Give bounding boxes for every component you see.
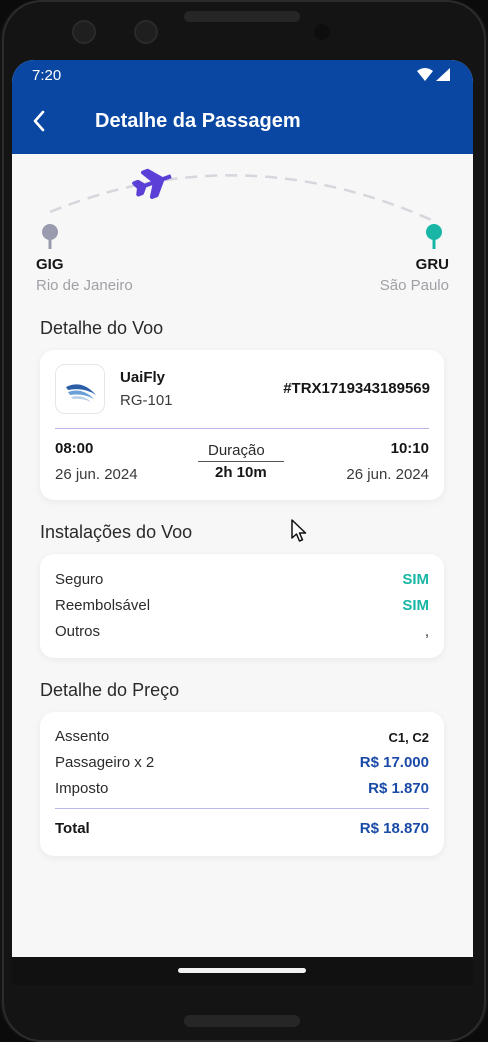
signal-icon: [436, 68, 450, 81]
price-divider: [55, 808, 429, 809]
wifi-icon: [417, 68, 433, 81]
flight-number: RG-101: [120, 392, 173, 409]
seat-value: C1, C2: [388, 730, 429, 745]
destination-pin-icon: [426, 224, 442, 249]
airplane-icon: [132, 168, 172, 199]
status-icons: [417, 68, 450, 81]
status-time: 7:20: [32, 67, 62, 84]
facilities-card: Seguro SIM Reembolsável SIM Outros ,: [40, 554, 444, 658]
price-card: Assento C1, C2 Passageiro x 2 R$ 17.000 …: [40, 712, 444, 856]
chevron-left-icon: [33, 110, 45, 132]
duration-divider: [198, 461, 284, 462]
airline-logo-icon: [66, 384, 96, 402]
app-screen: 7:20 Detalhe da Passagem GIG Rio de Jane…: [12, 60, 473, 985]
top-speaker: [184, 11, 300, 22]
facility-value-others: ,: [424, 623, 429, 640]
flight-card: UaiFly RG-101 #TRX1719343189569 08:00 26…: [40, 350, 444, 500]
route-dashed-path: [49, 174, 437, 224]
bottom-speaker: [184, 1015, 300, 1027]
origin-pin-icon: [42, 224, 58, 249]
mouse-cursor-icon: [291, 519, 307, 542]
destination-code: GRU: [415, 256, 449, 273]
total-price: R$ 18.870: [359, 820, 429, 837]
airline-logo: [55, 364, 105, 414]
facilities-section-title: Instalações do Voo: [40, 522, 193, 542]
route-arc: [42, 168, 442, 249]
tax-label: Imposto: [55, 780, 109, 797]
facility-label-others: Outros: [55, 623, 101, 640]
ticket-id: #TRX1719343189569: [283, 380, 430, 397]
origin-city: Rio de Janeiro: [36, 277, 133, 294]
divider: [55, 428, 429, 429]
destination-city: São Paulo: [379, 277, 449, 294]
front-camera-right: [134, 20, 158, 44]
tax-price: R$ 1.870: [368, 780, 429, 797]
front-camera-left: [72, 20, 96, 44]
facility-label-insurance: Seguro: [55, 571, 104, 588]
departure-time: 08:00: [55, 440, 94, 457]
duration-label: Duração: [208, 442, 265, 459]
back-button[interactable]: [28, 108, 52, 134]
home-indicator[interactable]: [178, 968, 306, 973]
facility-value-refundable: SIM: [402, 597, 429, 614]
arrival-time: 10:10: [390, 440, 429, 457]
total-label: Total: [55, 820, 90, 837]
app-header: 7:20 Detalhe da Passagem: [12, 60, 473, 154]
passengers-price: R$ 17.000: [359, 754, 429, 771]
flight-section-title: Detalhe do Voo: [40, 318, 164, 338]
seat-label: Assento: [55, 728, 110, 745]
arrival-date: 26 jun. 2024: [346, 466, 429, 483]
price-section-title: Detalhe do Preço: [40, 680, 180, 700]
duration-value: 2h 10m: [215, 464, 267, 481]
facility-label-refundable: Reembolsável: [55, 597, 151, 614]
origin-code: GIG: [36, 256, 64, 273]
facility-value-insurance: SIM: [402, 571, 429, 588]
departure-date: 26 jun. 2024: [55, 466, 138, 483]
front-sensor: [314, 24, 330, 40]
airline-name: UaiFly: [120, 369, 166, 386]
passengers-label: Passageiro x 2: [55, 754, 155, 771]
page-title: Detalhe da Passagem: [95, 110, 301, 132]
phone-frame: 7:20 Detalhe da Passagem GIG Rio de Jane…: [0, 0, 488, 1042]
